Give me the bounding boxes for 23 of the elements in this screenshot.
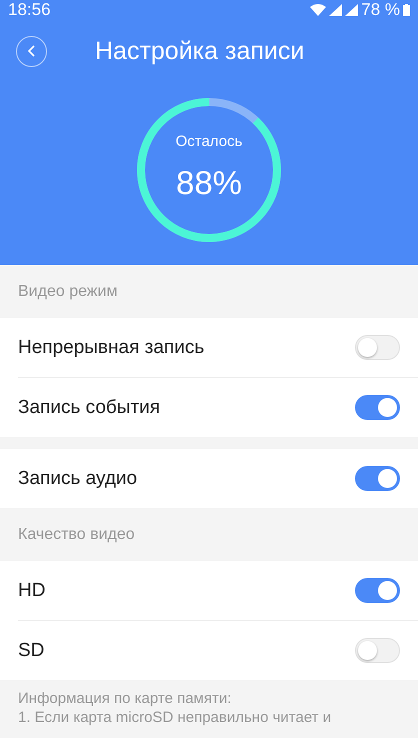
remaining-label: Осталось — [176, 132, 242, 150]
info-text: 1. Если карта microSD неправильно читает и — [18, 709, 332, 726]
back-icon — [26, 45, 38, 57]
toggle-switch[interactable] — [355, 395, 400, 420]
section-header: Качество видео — [17, 524, 136, 544]
toggle-switch[interactable] — [355, 578, 400, 603]
wifi-icon — [310, 4, 326, 16]
signal-icon — [345, 4, 358, 16]
section-header: Видео режим — [17, 282, 118, 302]
screen-title: Настройка записи — [95, 36, 304, 66]
toggle-switch[interactable] — [355, 466, 400, 491]
battery-percent: 78 % — [361, 0, 400, 20]
status-time: 18:56 — [8, 0, 51, 20]
remaining-value: 88% — [176, 164, 242, 202]
setting-label: Непрерывная запись — [18, 336, 204, 358]
info-title: Информация по карте памяти: — [18, 690, 232, 707]
signal-icon — [329, 4, 342, 16]
battery-icon — [403, 4, 410, 16]
back-button[interactable] — [16, 36, 47, 66]
setting-label: SD — [18, 640, 44, 662]
setting-label: Запись события — [18, 396, 160, 418]
setting-label: Запись аудио — [18, 468, 138, 490]
setting-label: HD — [18, 580, 46, 602]
